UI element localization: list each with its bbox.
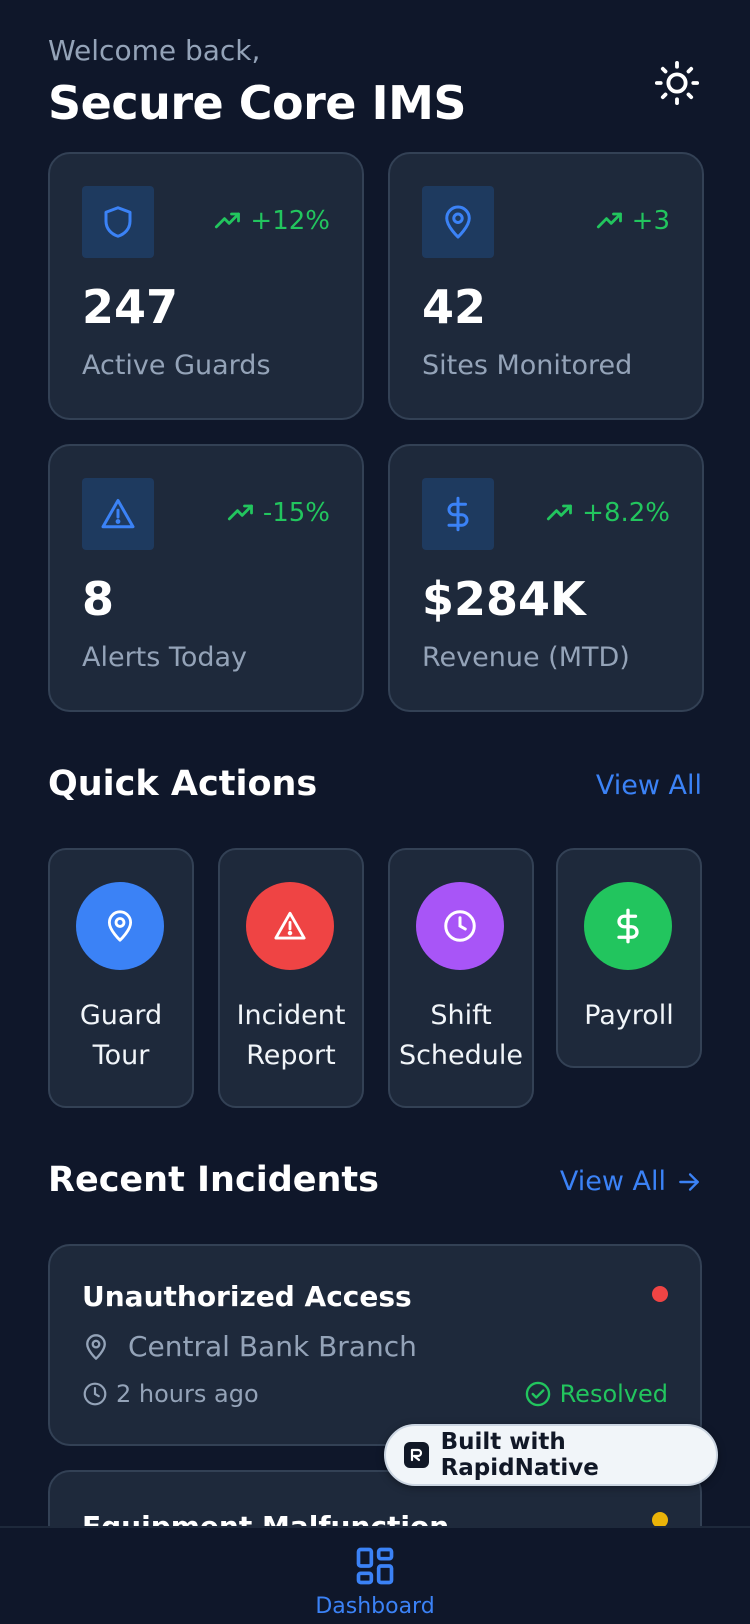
trend-value: +3 (631, 206, 670, 236)
quick-actions-view-all-link[interactable]: View All (596, 770, 702, 801)
tab-label: Dashboard (315, 1594, 435, 1619)
action-label: Incident Report (236, 1000, 346, 1071)
trend-value: -15% (262, 498, 330, 528)
built-with-badge[interactable]: Built with RapidNative (384, 1424, 718, 1486)
shield-icon (104, 206, 132, 238)
app-title: Secure Core IMS (48, 76, 467, 130)
action-payroll[interactable]: Payroll (556, 848, 702, 1068)
view-all-label: View All (559, 1166, 666, 1197)
incident-location: Central Bank Branch (82, 1330, 417, 1363)
stat-label: Revenue (MTD) (422, 642, 630, 673)
stat-value: 247 (82, 280, 179, 334)
trending-up-icon (547, 504, 573, 521)
action-icon-circle (246, 882, 334, 970)
recent-incidents-view-all-link[interactable]: View All (560, 1166, 702, 1197)
dashboard-grid-icon (356, 1547, 394, 1585)
action-label: Shift Schedule (398, 1000, 524, 1071)
incident-card[interactable]: Unauthorized Access Central Bank Branch … (48, 1244, 702, 1446)
dollar-icon (617, 908, 639, 944)
action-guard-tour[interactable]: Guard Tour (48, 848, 194, 1108)
alert-triangle-icon (274, 911, 306, 940)
trending-up-icon (596, 212, 622, 229)
quick-actions-title: Quick Actions (48, 764, 318, 804)
dollar-icon (447, 496, 469, 532)
tab-dashboard[interactable]: Dashboard (315, 1544, 435, 1619)
trend-indicator: +8.2% (546, 498, 670, 528)
arrow-right-icon (679, 1172, 699, 1191)
dashboard-screen: Welcome back, Secure Core IMS +12% 247 A… (0, 0, 750, 1624)
stat-label: Active Guards (82, 350, 271, 381)
map-pin-icon (107, 910, 133, 942)
stat-card-revenue[interactable]: +8.2% $284K Revenue (MTD) (388, 444, 704, 712)
stat-card-alerts-today[interactable]: -15% 8 Alerts Today (48, 444, 364, 712)
action-icon-circle (76, 882, 164, 970)
check-circle-icon (525, 1381, 550, 1407)
stat-card-sites-monitored[interactable]: +3 42 Sites Monitored (388, 152, 704, 420)
clock-icon (444, 910, 476, 942)
stat-icon-box (82, 186, 154, 258)
action-icon-circle (584, 882, 672, 970)
trending-up-icon (215, 212, 241, 229)
action-shift-schedule[interactable]: Shift Schedule (388, 848, 534, 1108)
action-label: Guard Tour (79, 1000, 163, 1071)
sun-icon (654, 60, 700, 106)
incident-location-text: Central Bank Branch (128, 1330, 417, 1363)
map-pin-icon (445, 205, 471, 239)
stat-label: Sites Monitored (422, 350, 633, 381)
welcome-text: Welcome back, (48, 34, 261, 67)
map-pin-icon (86, 1333, 106, 1360)
rapidnative-logo-icon (404, 1442, 429, 1468)
incident-time-text: 2 hours ago (116, 1380, 259, 1408)
trend-value: +12% (250, 206, 330, 236)
trend-indicator: +12% (214, 206, 330, 236)
stat-card-active-guards[interactable]: +12% 247 Active Guards (48, 152, 364, 420)
action-label: Payroll (584, 1000, 674, 1031)
stat-icon-box (422, 186, 494, 258)
stat-value: 8 (82, 572, 115, 626)
stat-label: Alerts Today (82, 642, 248, 673)
bottom-tab-bar: Dashboard (0, 1526, 750, 1624)
stat-icon-box (82, 478, 154, 550)
trending-up-icon (227, 504, 253, 521)
action-icon-circle (416, 882, 504, 970)
stat-value: 42 (422, 280, 487, 334)
incident-status: Resolved (524, 1380, 668, 1408)
trend-indicator: -15% (227, 498, 330, 528)
alert-triangle-icon (101, 499, 135, 529)
theme-toggle-button[interactable] (652, 58, 702, 108)
clock-icon (83, 1382, 107, 1406)
action-incident-report[interactable]: Incident Report (218, 848, 364, 1108)
trend-value: +8.2% (582, 498, 670, 528)
severity-dot (652, 1286, 668, 1302)
trend-indicator: +3 (596, 206, 670, 236)
incident-status-text: Resolved (559, 1380, 668, 1408)
incident-time: 2 hours ago (82, 1380, 259, 1408)
stat-icon-box (422, 478, 494, 550)
incident-title: Unauthorized Access (82, 1280, 412, 1313)
stat-value: $284K (422, 572, 586, 626)
badge-label: Built with RapidNative (440, 1429, 599, 1481)
recent-incidents-title: Recent Incidents (48, 1160, 379, 1200)
